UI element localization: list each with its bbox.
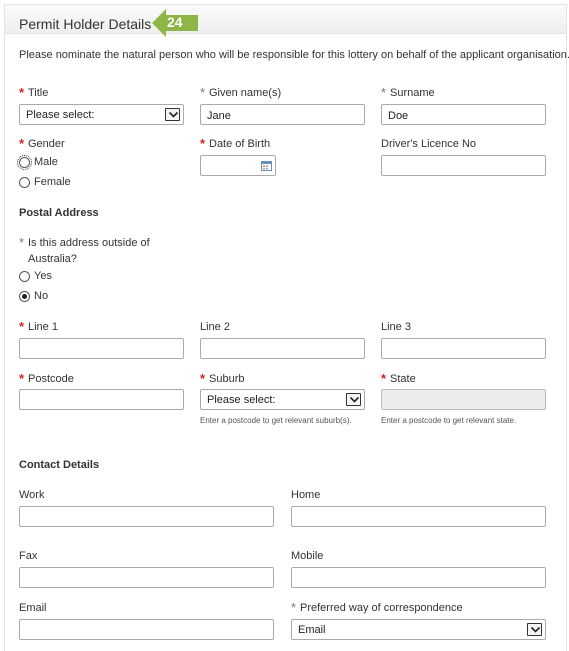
state-label: State	[390, 373, 416, 385]
suburb-label: Suburb	[209, 373, 245, 385]
line3-input[interactable]	[381, 338, 546, 359]
given-name-input[interactable]: Jane	[200, 104, 365, 125]
chevron-down-icon[interactable]	[165, 108, 180, 121]
licence-input[interactable]	[381, 155, 546, 176]
optional-marker: *	[200, 85, 206, 100]
line2-input[interactable]	[200, 338, 365, 359]
fax-input[interactable]	[19, 567, 274, 588]
optional-marker: *	[381, 85, 387, 100]
email-label: Email	[19, 602, 47, 614]
given-name-label: Given name(s)	[209, 87, 282, 99]
gender-male-radio[interactable]	[17, 155, 32, 170]
intro-text: Please nominate the natural person who w…	[19, 49, 569, 61]
title-select[interactable]: Please select:	[19, 104, 184, 125]
required-marker: *	[381, 371, 387, 386]
preferred-select[interactable]: Email	[291, 619, 546, 640]
title-label: Title	[28, 87, 49, 99]
suburb-hint: Enter a postcode to get relevant suburb(…	[200, 416, 352, 425]
line3-label: Line 3	[381, 321, 411, 333]
required-marker: *	[200, 371, 206, 386]
required-marker: *	[19, 319, 25, 334]
section-title: Permit Holder Details	[19, 16, 152, 32]
gender-male-label: Male	[34, 156, 58, 168]
home-label: Home	[291, 489, 321, 501]
permit-holder-panel	[4, 4, 567, 651]
chevron-down-icon[interactable]	[527, 623, 542, 636]
surname-input[interactable]: Doe	[381, 104, 546, 125]
contact-heading: Contact Details	[19, 459, 100, 471]
home-input[interactable]	[291, 506, 546, 527]
work-input[interactable]	[19, 506, 274, 527]
dob-label: Date of Birth	[209, 138, 271, 150]
outside-question-line2: Australia?	[28, 253, 77, 265]
optional-marker: *	[19, 235, 25, 250]
state-input	[381, 389, 546, 410]
outside-yes-radio[interactable]	[19, 271, 30, 282]
mobile-label: Mobile	[291, 550, 324, 562]
mobile-input[interactable]	[291, 567, 546, 588]
calendar-icon[interactable]	[261, 160, 272, 171]
licence-label: Driver's Licence No	[381, 138, 477, 150]
fax-label: Fax	[19, 550, 38, 562]
required-marker: *	[200, 136, 206, 151]
state-hint: Enter a postcode to get relevant state.	[381, 416, 517, 425]
required-marker: *	[19, 85, 25, 100]
suburb-select-value: Please select:	[207, 394, 276, 406]
line1-label: Line 1	[28, 321, 58, 333]
postcode-label: Postcode	[28, 373, 74, 385]
postal-heading: Postal Address	[19, 207, 99, 219]
step-badge: 24	[167, 14, 183, 30]
gender-female-radio[interactable]	[19, 177, 30, 188]
outside-yes-label: Yes	[34, 270, 52, 282]
line1-input[interactable]	[19, 338, 184, 359]
preferred-select-value: Email	[298, 624, 326, 636]
outside-question-line1: Is this address outside of	[28, 237, 150, 249]
required-marker: *	[19, 136, 25, 151]
optional-marker: *	[291, 600, 297, 615]
gender-label: Gender	[28, 138, 65, 150]
postcode-input[interactable]	[19, 389, 184, 410]
chevron-down-icon[interactable]	[346, 393, 361, 406]
outside-no-label: No	[34, 290, 49, 302]
outside-no-radio[interactable]	[19, 291, 30, 302]
required-marker: *	[19, 371, 25, 386]
work-label: Work	[19, 489, 45, 501]
preferred-label: Preferred way of correspondence	[300, 602, 463, 614]
line2-label: Line 2	[200, 321, 230, 333]
surname-label: Surname	[390, 87, 435, 99]
title-select-value: Please select:	[26, 109, 95, 121]
suburb-select[interactable]: Please select:	[200, 389, 365, 410]
email-input[interactable]	[19, 619, 274, 640]
gender-female-label: Female	[34, 176, 71, 188]
section-header: Permit Holder Details	[4, 4, 567, 34]
